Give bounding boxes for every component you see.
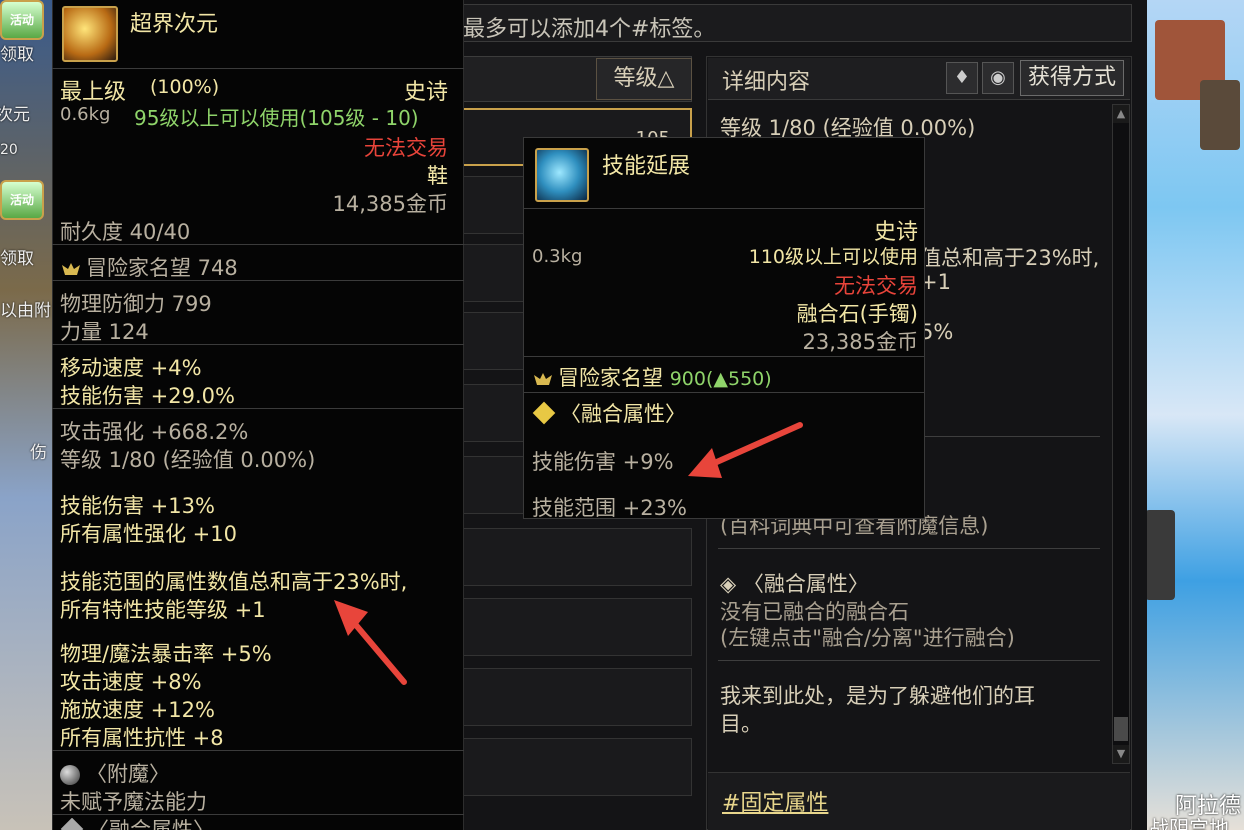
stat-line: 力量 124 <box>60 320 149 344</box>
fusion-header-clipped: 〈融合属性〉 <box>60 818 214 830</box>
search-placeholder: 最多可以添加4个#标签。 <box>463 17 716 42</box>
stat-line: 物理防御力 799 <box>60 292 212 316</box>
stat-line: 所有特性技能等级 +1 <box>60 598 266 622</box>
item-name: 超界次元 <box>130 12 219 37</box>
flavor-text: 我来到此处，是为了躲避他们的耳 <box>720 684 1035 708</box>
scroll-up-icon[interactable]: ▲ <box>1113 105 1129 123</box>
detail-line: 值总和高于23%时, <box>920 246 1100 270</box>
item-level-req: 95级以上可以使用(105级 - 10) <box>134 106 419 130</box>
fame-line: 冒险家名望 748 <box>60 252 238 282</box>
fame-icon <box>62 263 80 275</box>
stone-stat: 技能伤害 +9% <box>532 450 674 474</box>
list-row[interactable] <box>462 738 692 796</box>
scroll-down-icon[interactable]: ▼ <box>1113 745 1129 763</box>
hurt-label: 伤 <box>30 443 47 463</box>
fusion-instruction: (左键点击"融合/分离"进行融合) <box>720 626 1015 650</box>
item-price: 14,385金币 <box>332 192 448 216</box>
divider <box>524 392 924 393</box>
tag-search-bar[interactable]: 最多可以添加4个#标签。 <box>462 4 1132 42</box>
stat-line: 物理/魔法暴击率 +5% <box>60 642 272 666</box>
divider <box>52 280 464 281</box>
event-button-2[interactable]: 活动 <box>0 180 44 220</box>
detail-scrollbar[interactable]: ▲ ▼ <box>1112 104 1130 764</box>
stat-line: 移动速度 +4% <box>60 356 202 380</box>
item-grade: 最上级 <box>60 80 127 105</box>
divider <box>52 68 464 69</box>
stone-name: 技能延展 <box>602 154 691 179</box>
stat-line: 攻击强化 +668.2% <box>60 420 249 444</box>
divider <box>718 548 1100 549</box>
stone-stat: 技能范围 +23% <box>532 496 687 520</box>
fusion-stone-icon <box>535 148 589 202</box>
divider <box>52 344 464 345</box>
list-row[interactable] <box>462 598 692 656</box>
game-scene-right: 阿拉德 战阴宫地 <box>1145 0 1244 830</box>
stat-line: 技能伤害 +13% <box>60 494 215 518</box>
compare-icon[interactable]: ♦ <box>946 62 978 94</box>
item-trade: 无法交易 <box>364 136 448 160</box>
detail-title: 详细内容 <box>722 70 811 95</box>
claim-label-2[interactable]: 领取 <box>0 244 34 269</box>
stone-weight: 0.3kg <box>532 246 583 267</box>
divider <box>718 660 1100 661</box>
divider <box>52 244 464 245</box>
enchant-text: 未赋予魔法能力 <box>60 790 207 814</box>
stat-line: 施放速度 +12% <box>60 698 215 722</box>
detail-footer: #固定属性 <box>708 772 1130 830</box>
stat-line: 技能范围的属性数值总和高于23%时, <box>60 570 408 594</box>
orb-icon <box>60 765 80 785</box>
diamond-icon <box>60 818 84 830</box>
stat-line: 攻击速度 +8% <box>60 670 202 694</box>
stone-trade: 无法交易 <box>834 274 918 298</box>
item-grade-pct: (100%) <box>150 76 220 98</box>
fusion-header: ◈ 〈融合属性〉 <box>720 572 869 596</box>
stone-level-req: 110级以上可以使用 <box>748 246 918 268</box>
event-button[interactable]: 活动 <box>0 0 44 40</box>
list-row[interactable] <box>462 528 692 586</box>
boots-item-icon <box>62 6 118 62</box>
npc-sprite-2[interactable] <box>1200 80 1240 150</box>
item-durability: 耐久度 40/40 <box>60 220 191 244</box>
stone-fame: 冒险家名望 900(▲550) <box>532 362 772 392</box>
stat-line: 技能伤害 +29.0% <box>60 384 235 408</box>
obtain-method-button[interactable]: 获得方式 <box>1020 60 1124 96</box>
fixed-attr-tag[interactable]: #固定属性 <box>722 785 828 817</box>
divider <box>524 208 924 209</box>
stone-slot: 融合石(手镯) <box>796 302 918 326</box>
list-row[interactable] <box>462 668 692 726</box>
eye-icon[interactable]: ◉ <box>982 62 1014 94</box>
stone-price: 23,385金币 <box>802 330 918 354</box>
stone-fusion-header: 〈融合属性〉 <box>532 398 686 428</box>
item-slot: 鞋 <box>427 164 448 188</box>
game-scene-left: 活动 领取 次元 20 活动 领取 以由附 伤 <box>0 0 52 830</box>
divider <box>52 408 464 409</box>
item-weight: 0.6kg <box>60 104 111 125</box>
divider <box>52 814 464 815</box>
dimension-label: 次元 <box>0 105 30 125</box>
divider <box>52 750 464 751</box>
building-sprite <box>1145 510 1175 600</box>
enchant-header: 〈附魔〉 <box>60 758 170 788</box>
sort-level-button[interactable]: 等级△ <box>596 58 692 100</box>
scroll-thumb[interactable] <box>1114 717 1128 741</box>
stat-line: 等级 1/80 (经验值 0.00%) <box>60 448 316 472</box>
area-name: 战阴宫地 <box>1149 816 1229 830</box>
claim-label[interactable]: 领取 <box>0 40 34 65</box>
count-label: 20 <box>0 142 18 158</box>
divider <box>524 356 924 357</box>
stat-line: 所有属性强化 +10 <box>60 522 237 546</box>
flavor-text-2: 目。 <box>720 712 762 736</box>
stat-line: 所有属性抗性 +8 <box>60 726 224 750</box>
follow-label: 以由附 <box>0 301 51 321</box>
fame-icon <box>534 373 552 385</box>
diamond-icon <box>532 401 556 425</box>
